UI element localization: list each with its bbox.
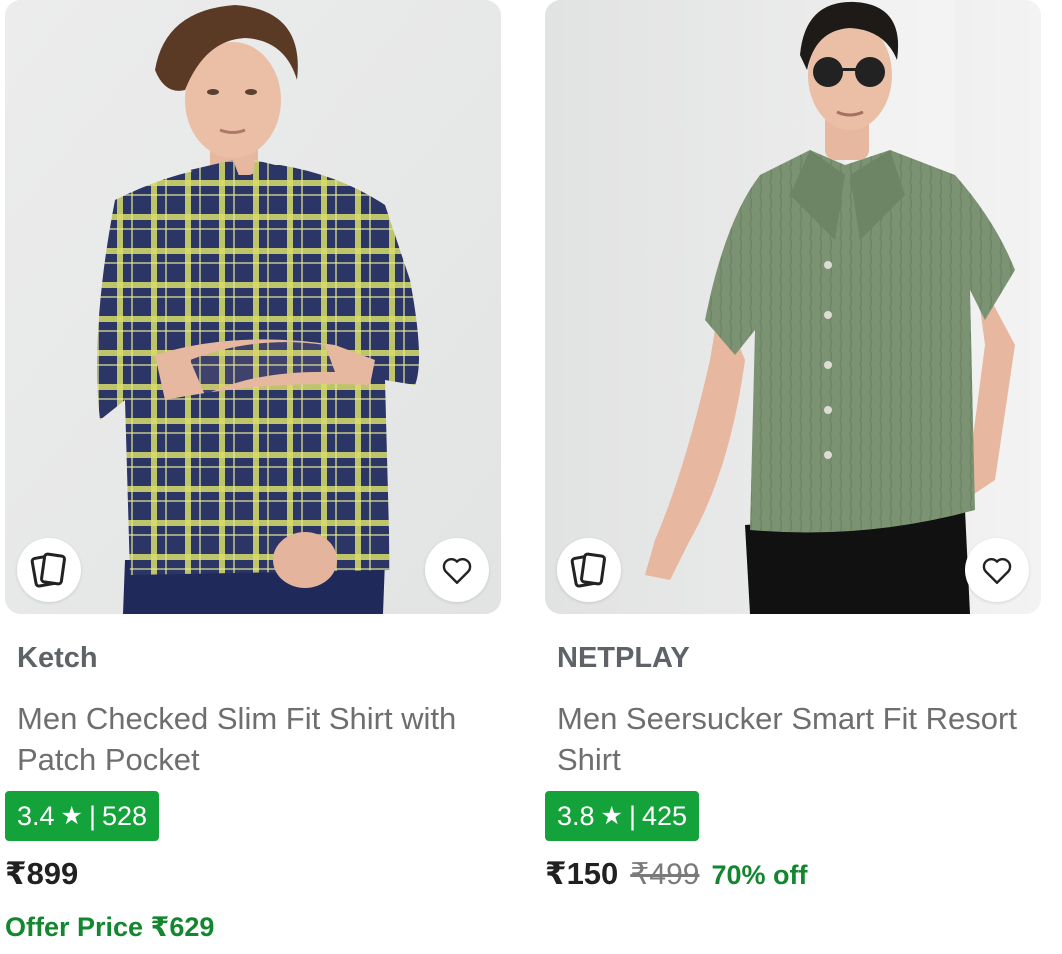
rating-value: 3.4 (17, 800, 55, 831)
wishlist-button[interactable] (425, 538, 489, 602)
model-green-shirt-image (545, 0, 1041, 614)
rating-separator: | (88, 800, 96, 831)
heart-icon (982, 557, 1012, 584)
offer-price: Offer Price ₹629 (5, 912, 215, 942)
product-image[interactable] (545, 0, 1041, 614)
similar-products-button[interactable] (17, 538, 81, 602)
wishlist-button[interactable] (965, 538, 1029, 602)
product-card[interactable]: Ketch Men Checked Slim Fit Shirt with Pa… (5, 0, 501, 954)
model-checked-shirt-image (5, 0, 501, 614)
heart-icon (442, 557, 472, 584)
star-icon: ★ (60, 802, 83, 830)
similar-products-icon (30, 552, 66, 588)
rating-badge: 3.8 ★ | 425 (545, 791, 700, 841)
selling-price: ₹899 (5, 856, 79, 891)
brand-name: NETPLAY (557, 642, 690, 674)
discount-label: 70% off (711, 860, 808, 890)
similar-products-button[interactable] (557, 538, 621, 602)
product-image[interactable] (5, 0, 501, 614)
original-price: ₹499 (630, 858, 700, 891)
rating-badge: 3.4 ★ | 528 (5, 791, 160, 841)
product-card[interactable]: NETPLAY Men Seersucker Smart Fit Resort … (545, 0, 1041, 954)
selling-price: ₹150 (545, 856, 619, 891)
rating-value: 3.8 (557, 800, 595, 831)
product-title[interactable]: Men Seersucker Smart Fit Resort Shirt (557, 698, 1027, 780)
product-title[interactable]: Men Checked Slim Fit Shirt with Patch Po… (17, 698, 487, 780)
price-row: ₹899 (5, 856, 78, 892)
rating-count: 425 (641, 800, 688, 831)
similar-products-icon (570, 552, 606, 588)
rating-separator: | (628, 800, 636, 831)
star-icon: ★ (600, 802, 623, 830)
price-row: ₹150 ₹499 70% off (545, 856, 807, 892)
rating-count: 528 (101, 800, 148, 831)
brand-name: Ketch (17, 642, 98, 674)
